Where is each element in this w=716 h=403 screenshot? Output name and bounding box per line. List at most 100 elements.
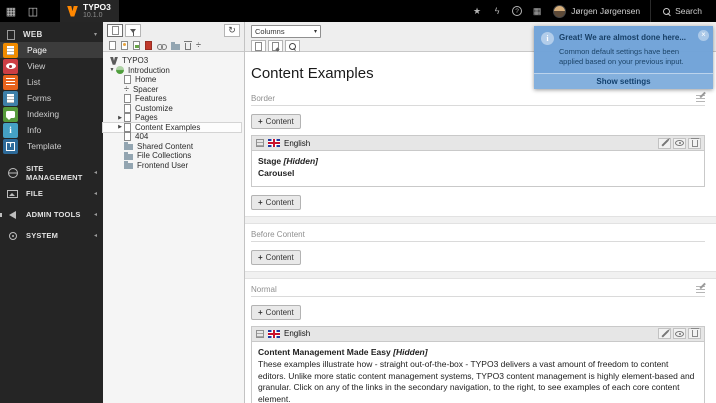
pencil-icon xyxy=(660,330,669,338)
systeminformation-icon[interactable]: ▦ xyxy=(527,0,547,22)
globe-icon xyxy=(7,167,18,178)
module-item-info[interactable]: i Info xyxy=(0,122,103,138)
add-content-button[interactable]: + Content xyxy=(251,194,301,210)
page-module-icon xyxy=(3,42,18,58)
tree-item-content-examples[interactable]: ▶ Content Examples xyxy=(102,121,242,133)
indexing-module-icon xyxy=(3,106,18,122)
content-element-header: English xyxy=(252,326,704,342)
new-mountpoint-page-icon[interactable] xyxy=(133,41,140,50)
tree-item-introduction[interactable]: ▼ Introduction xyxy=(103,66,244,76)
module-group-file[interactable]: FILE ◂ xyxy=(0,183,103,204)
expand-toggle-icon[interactable]: ▶ xyxy=(116,124,124,130)
delete-element-button[interactable] xyxy=(688,328,701,340)
module-group-admin-tools[interactable]: ADMIN TOOLS ◂ xyxy=(0,204,103,225)
brand-name: TYPO3 xyxy=(83,1,111,12)
new-recycler-icon[interactable] xyxy=(184,41,192,50)
topbar-search[interactable]: Search xyxy=(650,0,716,22)
plus-icon: + xyxy=(258,252,263,262)
page-icon xyxy=(124,94,131,104)
tree-item-features[interactable]: Features xyxy=(103,94,244,104)
column-section-normal: Normal + Content English Content Managem… xyxy=(251,285,705,403)
new-link-page-icon[interactable] xyxy=(157,43,167,50)
tree-toolbar: ↻ ÷ xyxy=(103,22,244,52)
module-menu-toggle-icon[interactable]: ▦ xyxy=(0,0,22,22)
edit-page-properties-button[interactable] xyxy=(268,40,283,52)
refresh-tree-button[interactable]: ↻ xyxy=(224,24,240,37)
page-tree: TYPO3 ▼ Introduction Home ÷ Spacer Featu… xyxy=(102,52,244,171)
tree-item-pages[interactable]: ▶ Pages xyxy=(103,113,244,123)
tree-item-shared-content[interactable]: Shared Content xyxy=(103,142,244,152)
filter-button[interactable] xyxy=(125,24,141,37)
module-item-indexing[interactable]: Indexing xyxy=(0,106,103,122)
plus-icon: + xyxy=(258,307,263,317)
tree-item-frontend-user[interactable]: Frontend User xyxy=(103,161,244,171)
tree-item-404[interactable]: 404 xyxy=(103,132,244,142)
forms-module-icon xyxy=(3,90,18,106)
clear-cache-bolt-icon[interactable]: ϟ xyxy=(487,0,507,22)
content-element[interactable]: English Stage [Hidden] Carousel xyxy=(251,135,705,187)
tree-item-file-collections[interactable]: File Collections xyxy=(103,151,244,161)
module-item-page[interactable]: Page xyxy=(0,42,103,58)
new-spacer-icon[interactable]: ÷ xyxy=(196,41,201,50)
add-content-button[interactable]: + Content xyxy=(251,304,301,320)
module-item-forms[interactable]: Forms xyxy=(0,90,103,106)
tree-item-spacer[interactable]: ÷ Spacer xyxy=(103,84,244,95)
user-avatar xyxy=(553,4,567,18)
content-element[interactable]: English Content Management Made Easy [Hi… xyxy=(251,325,705,403)
toggle-visibility-button[interactable] xyxy=(673,137,686,149)
tree-item-customize[interactable]: Customize xyxy=(103,103,244,114)
help-icon[interactable]: ? xyxy=(507,0,527,22)
page-icon xyxy=(124,132,131,142)
module-item-template[interactable]: T Template xyxy=(0,138,103,154)
user-menu[interactable]: Jørgen Jørgensen xyxy=(547,0,650,22)
chevron-down-icon: ▾ xyxy=(313,29,317,35)
pencil-icon xyxy=(660,139,669,147)
collapse-toggle-icon[interactable]: ▼ xyxy=(108,67,116,73)
new-page-button[interactable] xyxy=(107,24,123,37)
typo3-brand[interactable]: TYPO3 10.1.0 xyxy=(60,0,119,22)
module-group-web[interactable]: WEB ▾ xyxy=(0,27,103,42)
page-icon xyxy=(124,75,131,85)
typo3-root-icon xyxy=(110,56,118,65)
eye-icon xyxy=(675,140,684,146)
view-eye-icon xyxy=(3,58,18,74)
megaphone-icon xyxy=(0,209,18,220)
columns-select[interactable]: Columns ▾ xyxy=(251,25,321,38)
show-settings-button[interactable]: Show settings xyxy=(534,72,713,89)
search-page-button[interactable] xyxy=(285,40,300,52)
module-group-system[interactable]: SYSTEM ◂ xyxy=(0,225,103,246)
add-content-button[interactable]: + Content xyxy=(251,249,301,265)
page-cache-button[interactable] xyxy=(251,40,266,52)
edit-column-icon[interactable] xyxy=(696,95,705,103)
bookmarks-star-icon[interactable]: ★ xyxy=(467,0,487,22)
module-item-view[interactable]: View xyxy=(0,58,103,74)
expand-toggle-icon[interactable]: ▶ xyxy=(116,115,124,121)
new-page-drag-area: ÷ xyxy=(107,41,240,50)
toggle-visibility-button[interactable] xyxy=(673,328,686,340)
tree-item-home[interactable]: Home xyxy=(103,75,244,85)
add-content-button[interactable]: + Content xyxy=(251,114,301,129)
delete-element-button[interactable] xyxy=(688,137,701,149)
eye-icon xyxy=(675,330,684,337)
page-icon xyxy=(124,113,131,123)
new-hidden-page-icon[interactable] xyxy=(145,41,152,50)
page-icon xyxy=(124,122,131,132)
page-icon xyxy=(124,103,131,113)
navigation-collapse-icon[interactable]: ◫ xyxy=(22,0,44,22)
notification-title: Great! We are almost done here... xyxy=(559,33,687,42)
gear-icon xyxy=(7,230,18,241)
new-standard-page-icon[interactable] xyxy=(109,41,116,50)
folder-icon xyxy=(124,161,133,170)
edit-column-icon[interactable] xyxy=(696,285,705,294)
new-folder-icon[interactable] xyxy=(171,41,180,50)
module-group-site-management[interactable]: SITE MANAGEMENT ◂ xyxy=(0,162,103,183)
module-item-list[interactable]: List xyxy=(0,74,103,90)
edit-element-button[interactable] xyxy=(658,137,671,149)
plus-icon: + xyxy=(258,197,263,207)
tree-root[interactable]: TYPO3 xyxy=(103,56,244,66)
new-shortcut-page-icon[interactable] xyxy=(121,41,128,50)
edit-element-button[interactable] xyxy=(658,328,671,340)
content-type-icon xyxy=(256,139,264,147)
search-label: Search xyxy=(675,6,702,16)
close-icon[interactable]: × xyxy=(698,30,709,41)
